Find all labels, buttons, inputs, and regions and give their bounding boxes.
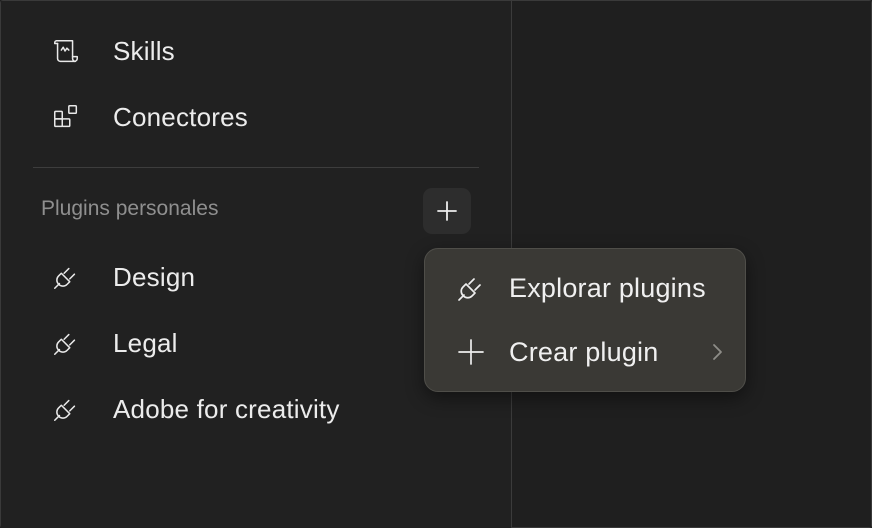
add-plugin-menu: Explorar plugins Crear plugin [424,248,746,392]
sidebar-item-label: Design [113,261,196,292]
menu-item-explorar-plugins[interactable]: Explorar plugins [425,260,745,316]
plus-icon [437,201,457,221]
sidebar-item-plugin-legal[interactable]: Legal [33,319,473,367]
menu-item-label: Crear plugin [509,336,659,367]
sidebar-item-conectores[interactable]: Conectores [33,93,473,141]
menu-item-label: Explorar plugins [509,272,706,303]
section-label: Plugins personales [41,197,219,220]
app-window: Skills Conectores Plugins personales Des… [0,0,872,528]
sidebar-item-label: Legal [113,327,178,358]
plug-icon [33,327,81,359]
plug-icon [33,393,81,425]
plug-icon [455,272,487,304]
plug-icon [33,261,81,293]
sidebar-item-plugin-adobe[interactable]: Adobe for creativity [33,385,473,433]
sidebar-item-label: Skills [113,35,175,66]
scroll-icon [33,35,81,67]
sidebar-item-label: Conectores [113,101,248,132]
chevron-right-icon [707,341,727,363]
grid-squares-icon [33,101,81,133]
add-plugin-button[interactable] [423,188,471,234]
section-divider [33,167,479,168]
menu-item-crear-plugin[interactable]: Crear plugin [425,324,745,380]
sidebar-item-label: Adobe for creativity [113,393,340,424]
plus-icon [455,336,487,368]
sidebar-item-skills[interactable]: Skills [33,27,473,75]
sidebar-item-plugin-design[interactable]: Design [33,253,473,301]
